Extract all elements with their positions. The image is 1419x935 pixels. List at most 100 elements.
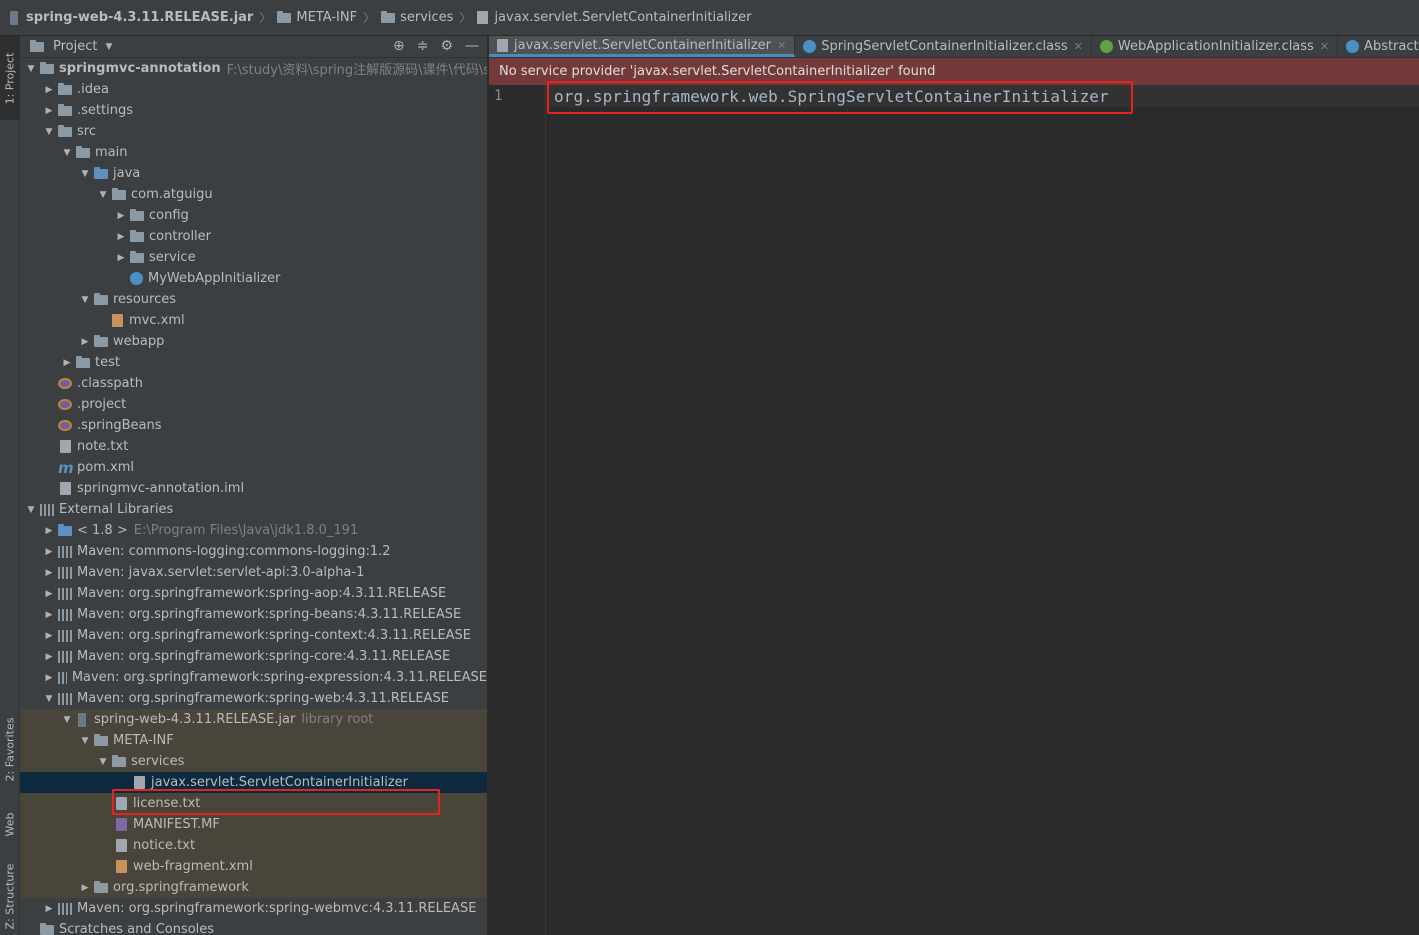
tree-row-sci-file[interactable]: javax.servlet.ServletContainerInitialize… [20,772,487,793]
tree-row-config[interactable]: ▶ config [20,205,487,226]
tree-row-project[interactable]: .project [20,394,487,415]
tree-row-external-libraries[interactable]: ▼ External Libraries [20,499,487,520]
expanded-arrow-icon[interactable]: ▼ [58,148,76,158]
tree-row-library[interactable]: ▶ Maven: org.springframework:spring-expr… [20,667,487,688]
tab-abstract-context-loader[interactable]: AbstractContextLoaderIn [1338,36,1419,57]
collapsed-arrow-icon[interactable]: ▶ [112,253,130,263]
editor-area: javax.servlet.ServletContainerInitialize… [489,36,1419,935]
favorites-tool-tab[interactable]: 2: Favorites [0,704,20,794]
tree-row-settings[interactable]: ▶ .settings [20,100,487,121]
tree-row-library[interactable]: ▶ Maven: javax.servlet:servlet-api:3.0-a… [20,562,487,583]
collapsed-arrow-icon[interactable]: ▶ [76,337,94,347]
breadcrumb-services[interactable]: services 〉 [381,9,471,26]
tree-row-main[interactable]: ▼ main [20,142,487,163]
breadcrumb-file[interactable]: javax.servlet.ServletContainerInitialize… [477,10,751,25]
scratches-icon [40,922,54,935]
collapsed-arrow-icon[interactable]: ▶ [40,106,58,116]
tree-row-web-fragment[interactable]: web-fragment.xml [20,856,487,877]
expanded-arrow-icon[interactable]: ▼ [40,127,58,137]
project-tool-tab[interactable]: 1: Project [0,36,20,120]
code-line[interactable]: org.springframework.web.SpringServletCon… [554,87,1109,106]
collapsed-arrow-icon[interactable]: ▶ [40,673,58,683]
tree-row-iml[interactable]: springmvc-annotation.iml [20,478,487,499]
tree-row-library[interactable]: ▶ Maven: org.springframework:spring-cont… [20,625,487,646]
tree-row-jdk[interactable]: ▶ < 1.8 > E:\Program Files\Java\jdk1.8.0… [20,520,487,541]
tree-row-library[interactable]: ▶ Maven: org.springframework:spring-aop:… [20,583,487,604]
collapsed-arrow-icon[interactable]: ▶ [40,526,58,536]
expanded-arrow-icon[interactable]: ▼ [76,736,94,746]
tree-row-mvcxml[interactable]: mvc.xml [20,310,487,331]
tree-row-services[interactable]: ▼ services [20,751,487,772]
structure-tool-tab[interactable]: Z: Structure [0,858,20,935]
tree-row-org-springframework[interactable]: ▶ org.springframework [20,877,487,898]
expanded-arrow-icon[interactable]: ▼ [40,694,58,704]
module-folder-icon [40,61,54,74]
collapsed-arrow-icon[interactable]: ▶ [40,631,58,641]
tree-row-java[interactable]: ▼ java [20,163,487,184]
web-tool-tab[interactable]: Web [0,800,20,848]
tree-row-test[interactable]: ▶ test [20,352,487,373]
tree-row-initializer[interactable]: MyWebAppInitializer [20,268,487,289]
locate-target-icon[interactable]: ⊕ [393,38,405,54]
collapsed-arrow-icon[interactable]: ▶ [112,211,130,221]
code-editor[interactable]: 1 org.springframework.web.SpringServletC… [489,81,1419,935]
tree-row-controller[interactable]: ▶ controller [20,226,487,247]
tree-row-library-spring-web[interactable]: ▼ Maven: org.springframework:spring-web:… [20,688,487,709]
tree-row-springbeans[interactable]: .springBeans [20,415,487,436]
project-view-selector[interactable]: Project [53,39,97,54]
close-icon[interactable]: ✕ [1320,40,1329,53]
collapsed-arrow-icon[interactable]: ▶ [40,85,58,95]
gear-icon[interactable]: ⚙ [440,38,453,54]
tree-row-src[interactable]: ▼ src [20,121,487,142]
expanded-arrow-icon[interactable]: ▼ [76,169,94,179]
collapsed-arrow-icon[interactable]: ▶ [40,568,58,578]
tree-row-library[interactable]: ▶ Maven: org.springframework:spring-bean… [20,604,487,625]
expanded-arrow-icon[interactable]: ▼ [76,295,94,305]
web-folder-icon [94,334,108,347]
expanded-arrow-icon[interactable]: ▼ [22,64,40,74]
tab-web-app-initializer[interactable]: WebApplicationInitializer.class ✕ [1092,36,1339,57]
tree-row-pom[interactable]: m pom.xml [20,457,487,478]
tab-spring-servlet-initializer[interactable]: SpringServletContainerInitializer.class … [795,36,1092,57]
tree-row-resources[interactable]: ▼ resources [20,289,487,310]
collapsed-arrow-icon[interactable]: ▶ [112,232,130,242]
hide-panel-icon[interactable]: — [465,38,479,54]
tree-row-scratches[interactable]: Scratches and Consoles [20,919,487,935]
tree-row-web-jar[interactable]: ▼ spring-web-4.3.11.RELEASE.jar library … [20,709,487,730]
tree-row-license[interactable]: license.txt [20,793,487,814]
class-icon [1346,40,1360,53]
collapsed-arrow-icon[interactable]: ▶ [40,904,58,914]
close-icon[interactable]: ✕ [1074,40,1083,53]
collapsed-arrow-icon[interactable]: ▶ [58,358,76,368]
tree-row-classpath[interactable]: .classpath [20,373,487,394]
tree-row-root[interactable]: ▼ springmvc-annotation F:\study\资料\sprin… [20,58,487,79]
tree-row-idea[interactable]: ▶ .idea [20,79,487,100]
collapsed-arrow-icon[interactable]: ▶ [76,883,94,893]
jar-icon [10,10,18,25]
tree-row-notice[interactable]: notice.txt [20,835,487,856]
tree-row-manifest[interactable]: MANIFEST.MF [20,814,487,835]
tree-row-library[interactable]: ▶ Maven: commons-logging:commons-logging… [20,541,487,562]
expanded-arrow-icon[interactable]: ▼ [94,190,112,200]
collapsed-arrow-icon[interactable]: ▶ [40,610,58,620]
tab-sci-file[interactable]: javax.servlet.ServletContainerInitialize… [489,36,796,57]
expanded-arrow-icon[interactable]: ▼ [22,505,40,515]
breadcrumb-meta-inf[interactable]: META-INF 〉 [277,9,375,26]
tree-row-package[interactable]: ▼ com.atguigu [20,184,487,205]
collapsed-arrow-icon[interactable]: ▶ [40,547,58,557]
tree-row-service[interactable]: ▶ service [20,247,487,268]
expanded-arrow-icon[interactable]: ▼ [58,715,76,725]
dropdown-arrow-icon[interactable]: ▼ [105,42,112,52]
tree-row-webapp[interactable]: ▶ webapp [20,331,487,352]
collapsed-arrow-icon[interactable]: ▶ [40,589,58,599]
tree-row-note[interactable]: note.txt [20,436,487,457]
close-icon[interactable]: ✕ [777,39,786,52]
expanded-arrow-icon[interactable]: ▼ [94,757,112,767]
tree-row-library-webmvc[interactable]: ▶ Maven: org.springframework:spring-webm… [20,898,487,919]
chevron-right-icon: 〉 [259,11,272,25]
tree-row-library[interactable]: ▶ Maven: org.springframework:spring-core… [20,646,487,667]
collapsed-arrow-icon[interactable]: ▶ [40,652,58,662]
tree-row-meta-inf[interactable]: ▼ META-INF [20,730,487,751]
breadcrumb-jar[interactable]: spring-web-4.3.11.RELEASE.jar 〉 [8,9,271,26]
collapse-all-icon[interactable]: ≑ [417,38,429,54]
